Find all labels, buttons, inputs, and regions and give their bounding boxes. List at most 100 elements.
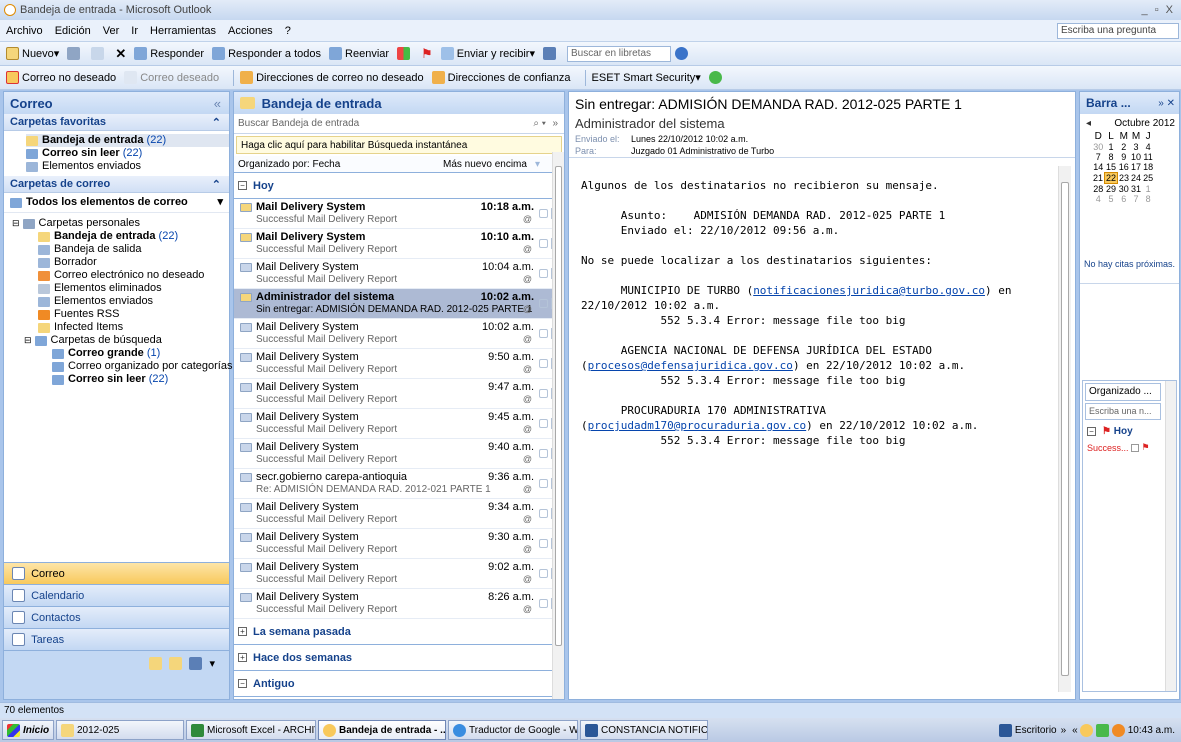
task-group-today[interactable]: − ⚑ Hoy — [1083, 426, 1176, 437]
notes-icon[interactable] — [149, 657, 163, 670]
calendar-day[interactable]: 1 — [1142, 184, 1154, 195]
calendar-day[interactable]: 17 — [1130, 162, 1142, 173]
forward-button[interactable]: Reenviar — [329, 47, 389, 60]
calendar-day[interactable]: 10 — [1130, 152, 1142, 162]
nav-button-tasks[interactable]: Tareas — [4, 628, 229, 650]
message-row[interactable]: Mail Delivery System Successful Mail Deli… — [234, 379, 564, 409]
calendar-day[interactable]: 6 — [1118, 194, 1131, 204]
calendar-day[interactable]: 21 — [1092, 173, 1105, 184]
menu-ir[interactable]: Ir — [131, 25, 138, 37]
send-receive-button[interactable]: Enviar y recibir ▾ — [440, 47, 535, 60]
todo-controls[interactable]: » ✕ — [1158, 98, 1175, 109]
group-two-weeks[interactable]: + Hace dos semanas — [234, 645, 564, 671]
network-icon[interactable] — [1095, 723, 1109, 737]
message-row[interactable]: Mail Delivery System Successful Mail Deli… — [234, 499, 564, 529]
message-row[interactable]: Mail Delivery System Successful Mail Deli… — [234, 319, 564, 349]
calendar-day[interactable]: 24 — [1130, 173, 1142, 184]
search-folders[interactable]: ⊟ Carpetas de búsqueda — [12, 334, 229, 347]
message-row[interactable]: Mail Delivery System Successful Mail Deli… — [234, 439, 564, 469]
taskbar-excel[interactable]: Microsoft Excel - ARCHIV... — [186, 720, 316, 740]
calendar-day[interactable]: 15 — [1105, 162, 1118, 173]
calendar-day[interactable]: 7 — [1092, 152, 1105, 162]
folder-list-icon[interactable] — [169, 657, 183, 670]
collapse-icon[interactable]: « — [214, 96, 221, 111]
expand-search-icon[interactable]: » — [552, 118, 558, 129]
calendar-day[interactable]: 25 — [1142, 173, 1154, 184]
taskbar-word[interactable]: CONSTANCIA NOTIFICA... — [580, 720, 708, 740]
calendar-day[interactable]: 8 — [1105, 152, 1118, 162]
category-icon[interactable] — [539, 329, 548, 338]
folder-infected[interactable]: Infected Items — [38, 321, 229, 334]
calendar-day[interactable]: 29 — [1105, 184, 1118, 194]
folder-junk[interactable]: Correo electrónico no deseado — [38, 269, 229, 282]
new-button[interactable]: Nuevo ▾ — [6, 47, 59, 60]
taskbar-outlook[interactable]: Bandeja de entrada - ... — [318, 720, 446, 740]
window-controls[interactable]: _ ▫ X — [1142, 4, 1175, 16]
fav-sent[interactable]: Elementos enviados — [26, 160, 229, 173]
calendar-day[interactable]: 14 — [1092, 162, 1105, 173]
calendar-day[interactable]: 23 — [1118, 173, 1131, 184]
task-arranged-by[interactable]: Organizado ... — [1085, 383, 1161, 401]
all-mail-items[interactable]: Todos los elementos de correo ▾ — [4, 193, 229, 213]
menu-help[interactable]: ? — [285, 25, 291, 37]
junk-mail-button[interactable]: Correo no deseado — [6, 71, 116, 84]
category-icon[interactable] — [539, 599, 548, 608]
calendar-day[interactable]: 9 — [1118, 152, 1131, 162]
folder-outbox[interactable]: Bandeja de salida — [38, 243, 229, 256]
tray-expand-icon[interactable]: « — [1072, 725, 1078, 736]
nav-button-contacts[interactable]: Contactos — [4, 606, 229, 628]
address-search-input[interactable]: Buscar en libretas — [566, 45, 671, 62]
group-today[interactable]: − Hoy — [234, 173, 564, 199]
folder-rss[interactable]: Fuentes RSS — [38, 308, 229, 321]
calendar-day[interactable]: 7 — [1130, 194, 1142, 204]
menu-herramientas[interactable]: Herramientas — [150, 25, 216, 37]
category-icon[interactable] — [539, 359, 548, 368]
not-junk-button[interactable]: Correo deseado — [124, 71, 219, 84]
fav-unread[interactable]: Correo sin leer (22) — [26, 147, 229, 160]
calendar-day[interactable]: 28 — [1092, 184, 1105, 195]
flag-button[interactable]: ⚑ — [421, 46, 433, 62]
sort-order[interactable]: Más nuevo encima — [443, 159, 527, 170]
calendar-day[interactable]: 31 — [1130, 184, 1142, 195]
message-row[interactable]: secr.gobierno carepa-antioquia Re: ADMISI… — [234, 469, 564, 499]
folder-sent[interactable]: Elementos enviados — [38, 295, 229, 308]
safe-senders-button[interactable]: Direcciones de confianza — [431, 71, 571, 84]
calendar-day[interactable]: 22 — [1104, 172, 1119, 184]
calendar-day[interactable]: 2 — [1118, 142, 1131, 152]
folder-deleted[interactable]: Elementos eliminados — [38, 282, 229, 295]
start-button[interactable]: Inicio — [2, 720, 54, 740]
chevron-icon[interactable]: » — [1061, 725, 1067, 736]
reply-all-button[interactable]: Responder a todos — [212, 47, 321, 60]
list-scrollbar[interactable] — [552, 152, 564, 699]
category-icon[interactable] — [539, 419, 548, 428]
menu-edicion[interactable]: Edición — [55, 25, 91, 37]
category-icon[interactable] — [539, 389, 548, 398]
taskbar-folder[interactable]: 2012-025 — [56, 720, 184, 740]
nav-button-calendar[interactable]: Calendario — [4, 584, 229, 606]
calendar-day[interactable]: 4 — [1142, 142, 1154, 152]
help-button[interactable] — [674, 47, 691, 60]
message-row[interactable]: Mail Delivery System Successful Mail Deli… — [234, 559, 564, 589]
calendar-day[interactable]: 3 — [1130, 142, 1142, 152]
task-scrollbar[interactable] — [1165, 381, 1176, 691]
task-checkbox[interactable] — [1131, 443, 1140, 452]
group-last-week[interactable]: + La semana pasada — [234, 619, 564, 645]
calendar-day[interactable]: 30 — [1092, 142, 1105, 152]
reading-scrollbar[interactable] — [1058, 166, 1071, 692]
instant-search-banner[interactable]: Haga clic aquí para habilitar Búsqueda i… — [236, 136, 562, 154]
task-item[interactable]: Success... ⚑ — [1083, 442, 1176, 453]
calendar-day[interactable]: 5 — [1105, 194, 1118, 204]
print-button[interactable] — [67, 47, 83, 60]
fav-inbox[interactable]: Bandeja de entrada (22) — [26, 134, 229, 147]
shortcuts-icon[interactable] — [189, 657, 203, 670]
taskbar-translate[interactable]: Traductor de Google - Wi... — [448, 720, 578, 740]
list-search-input[interactable]: Buscar Bandeja de entrada — [238, 118, 533, 129]
reply-button[interactable]: Responder — [134, 47, 204, 60]
favorites-header[interactable]: Carpetas favoritas ⌃ — [4, 114, 229, 131]
calendar-day[interactable]: 18 — [1142, 162, 1154, 173]
nav-button-mail[interactable]: Correo — [4, 562, 229, 584]
recipient-1-email[interactable]: notificacionesjuridica@turbo.gov.co — [753, 284, 985, 297]
recipient-3-email[interactable]: procjudadm170@procuraduria.gov.co — [588, 419, 807, 432]
category-icon[interactable] — [539, 539, 548, 548]
search-large-mail[interactable]: Correo grande (1) — [52, 347, 229, 360]
